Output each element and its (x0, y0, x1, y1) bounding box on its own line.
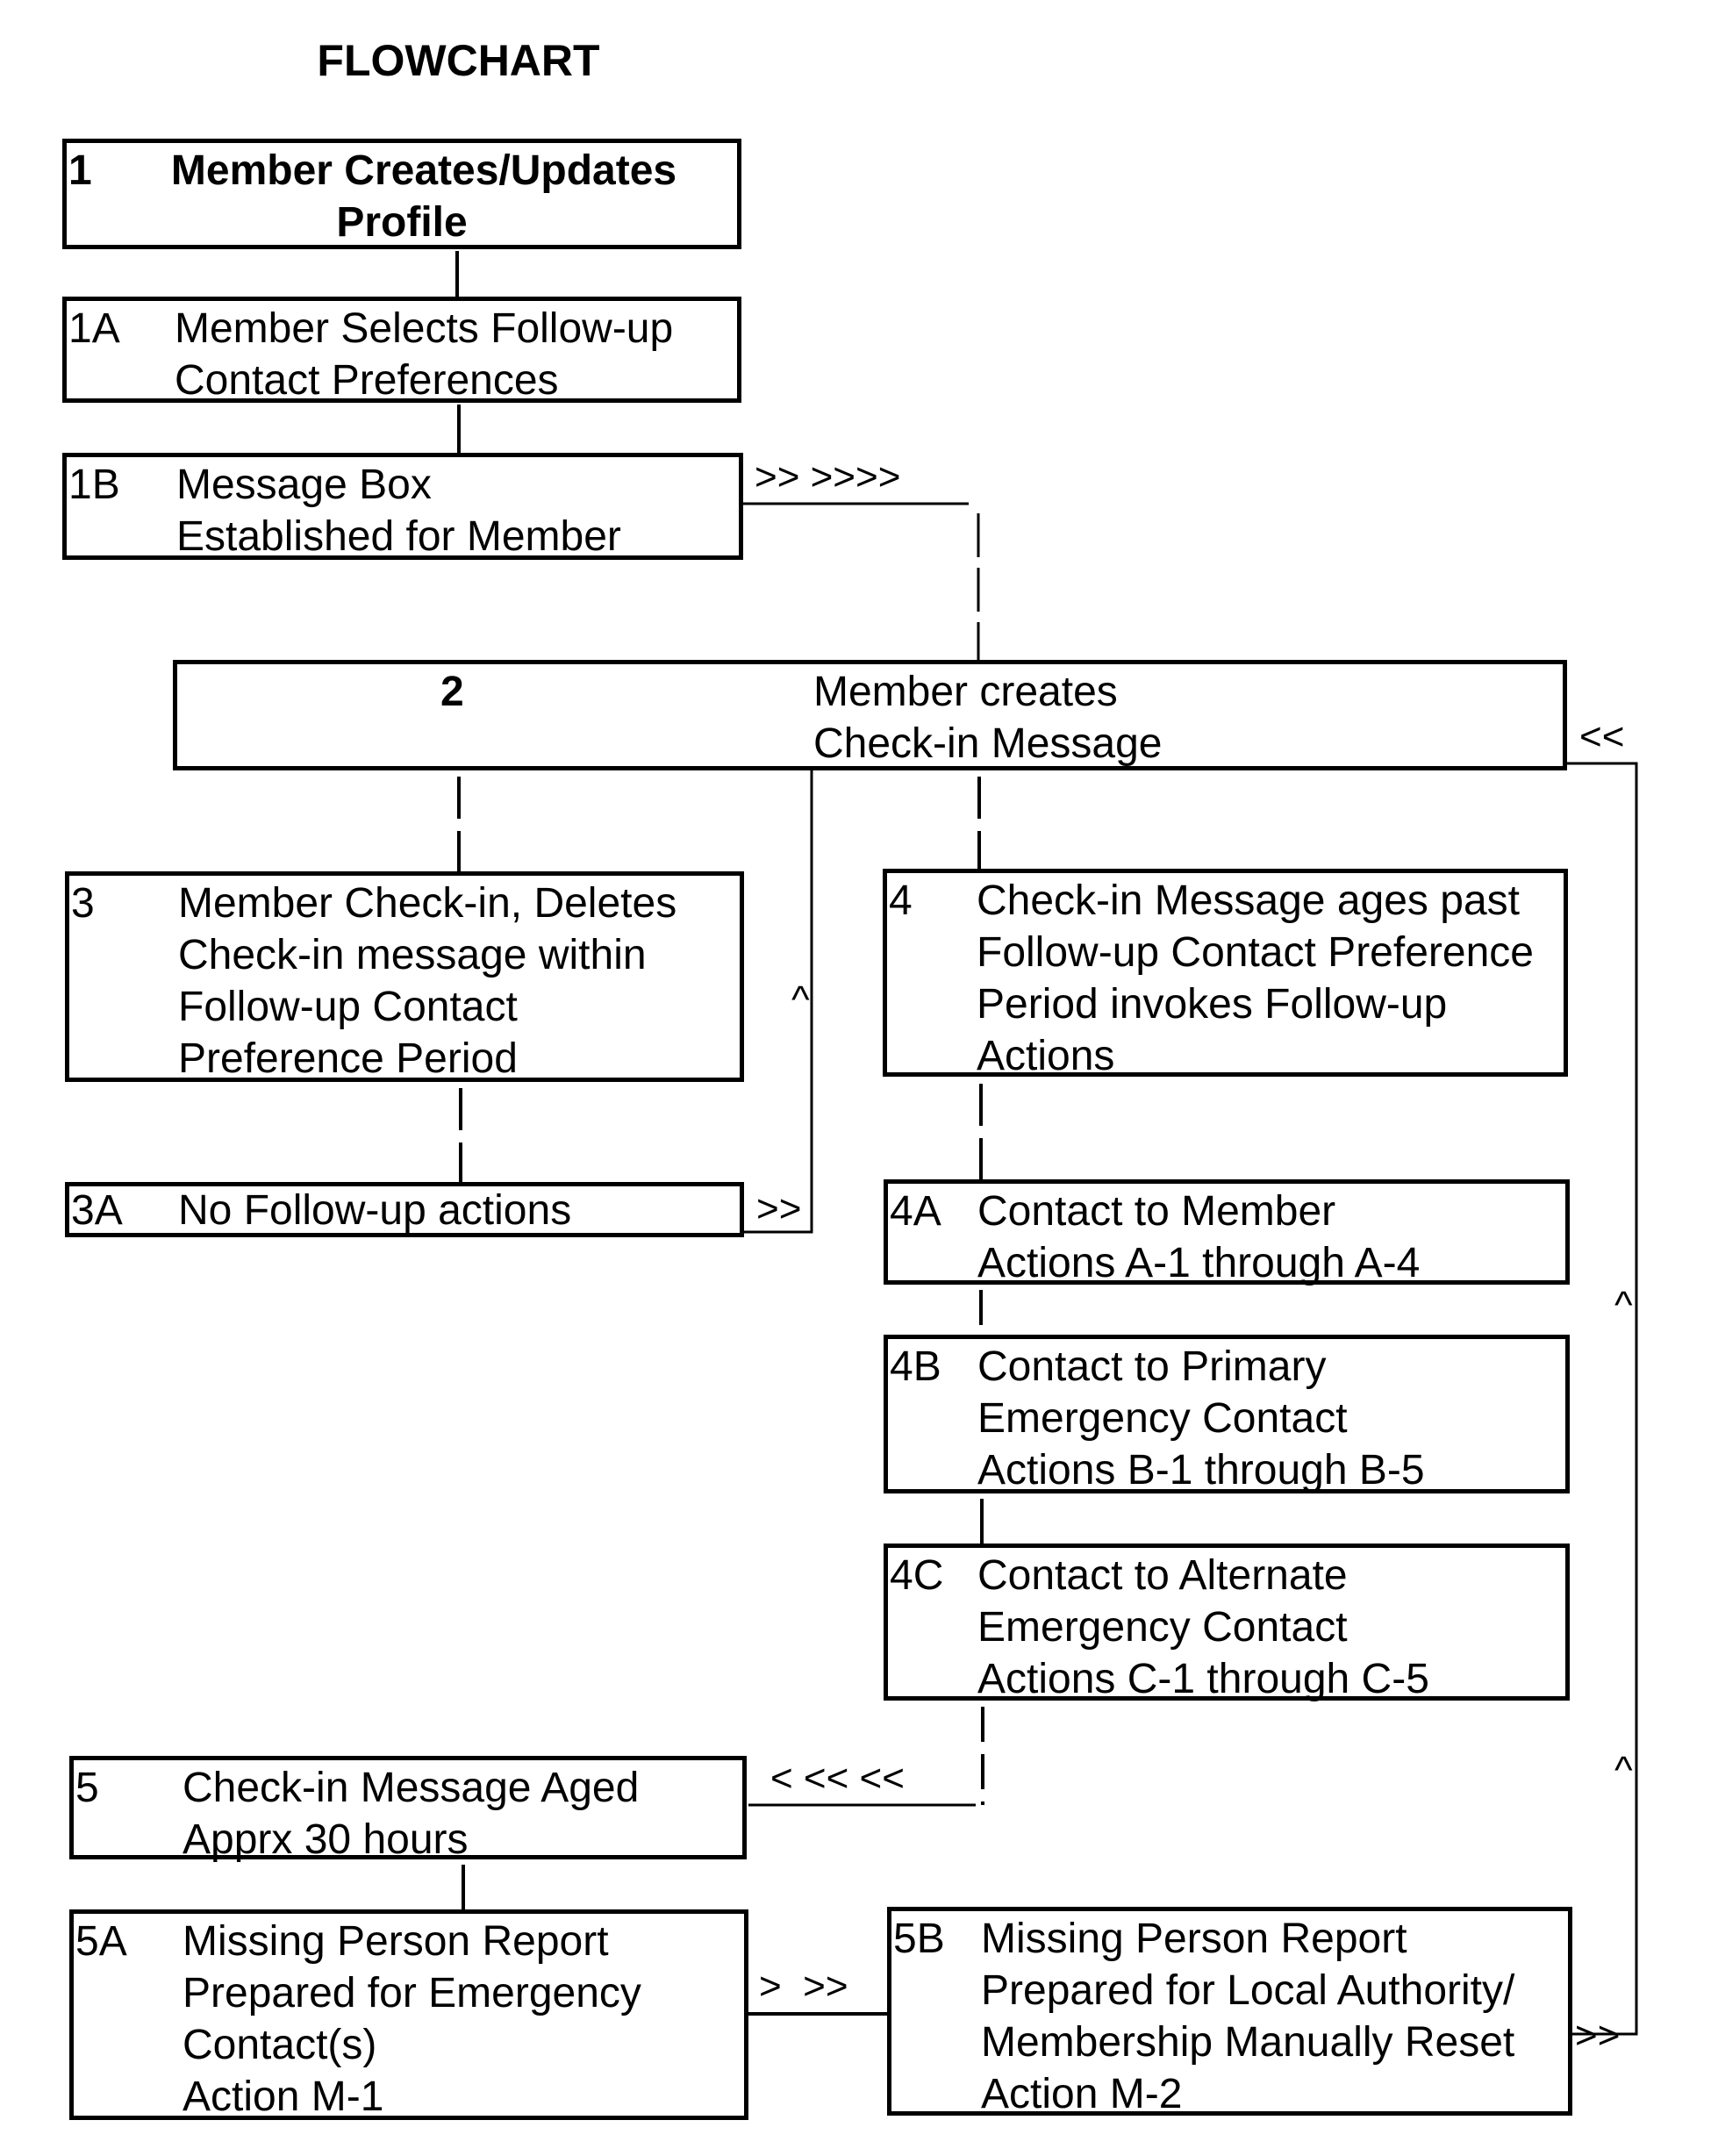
step-text-line: Action M-2 (981, 2071, 1183, 2117)
arrow-marker-4c-to-5: < << << (770, 1757, 905, 1800)
step-text-line: Established for Member (176, 513, 621, 560)
step-text: Contact to Primary Emergency Contact Act… (977, 1341, 1425, 1496)
step-text: Missing Person Report Prepared for Local… (981, 1913, 1514, 2120)
step-number: 4B (890, 1343, 941, 1390)
step-text-line: Contact to Alternate (977, 1552, 1348, 1599)
step-text-line: Missing Person Report (981, 1916, 1407, 1962)
step-text: Member Selects Follow-up Contact Prefere… (175, 303, 673, 406)
step-text-line: Preference Period (178, 1035, 518, 1082)
step-number: 2 (440, 669, 464, 715)
step-number: 5B (893, 1916, 945, 1962)
step-text-line: No Follow-up actions (178, 1187, 572, 1234)
step-number: 1B (68, 462, 120, 508)
step-text-line: Check-in Message ages past (977, 877, 1520, 924)
step-text-line: Apprx 30 hours (183, 1816, 469, 1863)
step-text-line: Prepared for Local Authority/ (981, 1967, 1515, 2014)
step-1b-box: 1B Message Box Established for Member (62, 453, 743, 560)
step-text: Message Box Established for Member (176, 459, 621, 562)
step-text-line: Check-in message within (178, 932, 647, 978)
step-text-line: Contact(s) (183, 2022, 377, 2068)
step-text-line: Actions A-1 through A-4 (977, 1240, 1421, 1286)
step-text-line: Member Check-in, Deletes (178, 880, 677, 927)
step-text-line: Actions C-1 through C-5 (977, 1656, 1429, 1702)
step-text-line: Missing Person Report (183, 1918, 609, 1965)
step-number: 4 (889, 877, 913, 924)
step-text-line: Period invokes Follow-up (977, 981, 1448, 1028)
step-text-line: Check-in Message (813, 720, 1163, 767)
step-text-line: Contact Preferences (175, 357, 559, 404)
arrow-marker-5b-right: >> (1575, 2014, 1621, 2057)
step-text: No Follow-up actions (178, 1185, 571, 1236)
step-text-line: Emergency Contact (977, 1395, 1348, 1442)
arrow-marker-3a-right: >> (756, 1187, 802, 1230)
step-text: Contact to Alternate Emergency Contact A… (977, 1550, 1429, 1705)
step-text: Member creates Check-in Message (813, 666, 1163, 770)
step-2-box: 2 Member creates Check-in Message (173, 660, 1567, 770)
step-1a-box: 1A Member Selects Follow-up Contact Pref… (62, 297, 741, 406)
step-number: 3 (71, 880, 95, 927)
step-4c-box: 4C Contact to Alternate Emergency Contac… (884, 1544, 1570, 1702)
connector-5b-loop-2 (1567, 762, 1638, 2036)
step-number: 4C (890, 1552, 944, 1599)
step-3-box: 3 Member Check-in, Deletes Check-in mess… (65, 871, 744, 1082)
step-text-line: Message Box (176, 462, 432, 508)
arrow-marker-5a-to-5b: > >> (759, 1965, 848, 2008)
step-text: Missing Person Report Prepared for Emerg… (183, 1916, 641, 2123)
step-text: Member Check-in, Deletes Check-in messag… (178, 877, 676, 1085)
step-text-line: Member Selects Follow-up (175, 305, 674, 352)
step-number: 5 (75, 1765, 99, 1811)
step-number: 4A (890, 1188, 941, 1235)
step-text: Member Creates/Updates Profile (67, 145, 737, 248)
step-5a-box: 5A Missing Person Report Prepared for Em… (69, 1909, 748, 2120)
arrow-marker-right-up-1: ^ (1614, 1284, 1633, 1327)
step-text-line: Actions (977, 1033, 1115, 1079)
step-text-line: Profile (336, 199, 468, 246)
step-number: 3A (71, 1187, 123, 1234)
step-text: Check-in Message ages past Follow-up Con… (977, 875, 1534, 1082)
step-1-box: 1 Member Creates/Updates Profile (62, 139, 741, 249)
step-text-line: Follow-up Contact Preference (977, 929, 1534, 976)
step-5-box: 5 Check-in Message Aged Apprx 30 hours (69, 1756, 747, 1863)
step-5b-box: 5B Missing Person Report Prepared for Lo… (887, 1907, 1572, 2117)
step-text-line: Contact to Primary (977, 1343, 1327, 1390)
step-text-line: Contact to Member (977, 1188, 1336, 1235)
step-number: 5A (75, 1918, 127, 1965)
step-text-line: Member creates (813, 669, 1118, 715)
arrow-marker-1b-to-2: >> >>>> (755, 455, 901, 498)
step-text-line: Prepared for Emergency (183, 1970, 641, 2016)
step-4-box: 4 Check-in Message ages past Follow-up C… (883, 869, 1568, 1079)
step-text: Contact to Member Actions A-1 through A-… (977, 1185, 1420, 1289)
arrow-marker-into-2: << (1579, 715, 1625, 758)
step-text-line: Member Creates/Updates (170, 147, 677, 194)
arrow-marker-right-up-2: ^ (1614, 1749, 1633, 1792)
step-text-line: Check-in Message Aged (183, 1765, 640, 1811)
step-text-line: Action M-1 (183, 2074, 384, 2120)
step-text-line: Follow-up Contact (178, 984, 518, 1030)
step-3a-box: 3A No Follow-up actions (65, 1182, 744, 1237)
step-4b-box: 4B Contact to Primary Emergency Contact … (884, 1335, 1570, 1493)
step-number: 1A (68, 305, 120, 352)
step-text-line: Emergency Contact (977, 1604, 1348, 1651)
step-text-line: Membership Manually Reset (981, 2019, 1515, 2066)
step-text-line: Actions B-1 through B-5 (977, 1447, 1425, 1493)
step-text: Check-in Message Aged Apprx 30 hours (183, 1762, 639, 1866)
step-4a-box: 4A Contact to Member Actions A-1 through… (884, 1179, 1570, 1286)
arrow-marker-3-up: ^ (791, 978, 810, 1021)
